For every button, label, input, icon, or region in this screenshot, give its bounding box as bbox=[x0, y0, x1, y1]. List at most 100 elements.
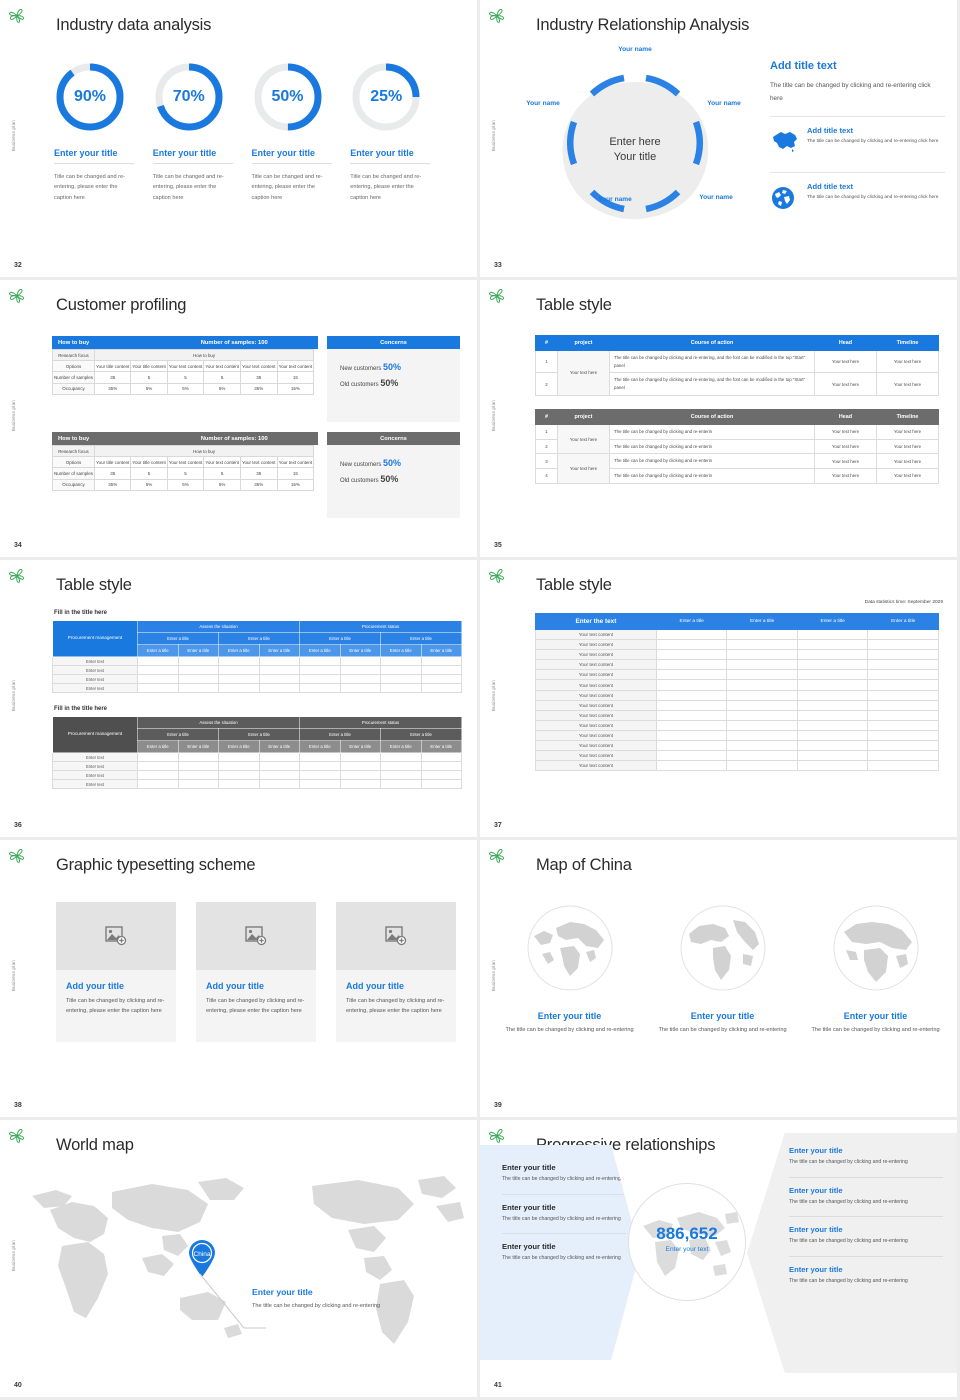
donut-card[interactable]: 90% Enter your title Title can be change… bbox=[50, 60, 149, 203]
donut-card[interactable]: 70% Enter your title Title can be change… bbox=[149, 60, 248, 203]
progressive-block[interactable]: Enter your title The title can be change… bbox=[789, 1265, 943, 1287]
cell[interactable] bbox=[867, 628, 939, 641]
cell[interactable] bbox=[339, 752, 381, 762]
slide-36[interactable]: Business plan Table style Fill in the ti… bbox=[0, 560, 477, 837]
cell[interactable] bbox=[655, 679, 728, 691]
image-card[interactable]: Add your title Title can be changed by c… bbox=[56, 902, 176, 1042]
cell[interactable] bbox=[420, 683, 462, 693]
cell[interactable] bbox=[177, 770, 219, 780]
cell[interactable] bbox=[726, 669, 798, 681]
cell[interactable] bbox=[177, 665, 219, 675]
cell[interactable] bbox=[420, 779, 462, 789]
image-card[interactable]: Add your title Title can be changed by c… bbox=[336, 902, 456, 1042]
cell[interactable] bbox=[299, 656, 341, 666]
progressive-block[interactable]: Enter your title The title can be change… bbox=[789, 1186, 943, 1208]
cell[interactable] bbox=[420, 656, 462, 666]
cell[interactable] bbox=[380, 770, 422, 780]
cell[interactable] bbox=[796, 709, 869, 721]
cell[interactable] bbox=[726, 699, 798, 711]
cell[interactable] bbox=[218, 779, 260, 789]
cell[interactable] bbox=[796, 669, 869, 681]
globe-card[interactable]: Enter your title The title can be change… bbox=[655, 898, 790, 1036]
cell[interactable] bbox=[177, 683, 219, 693]
cell[interactable] bbox=[177, 752, 219, 762]
cell[interactable] bbox=[867, 669, 939, 681]
cell[interactable] bbox=[867, 699, 939, 711]
cell[interactable] bbox=[339, 770, 381, 780]
cell[interactable] bbox=[177, 674, 219, 684]
cell[interactable] bbox=[177, 779, 219, 789]
cell[interactable] bbox=[218, 674, 260, 684]
progressive-block[interactable]: Enter your title The title can be change… bbox=[502, 1203, 626, 1225]
cell[interactable] bbox=[726, 740, 798, 752]
cell[interactable] bbox=[796, 659, 869, 671]
cell[interactable] bbox=[137, 674, 179, 684]
image-card[interactable]: Add your title Title can be changed by c… bbox=[196, 902, 316, 1042]
cell[interactable] bbox=[655, 628, 728, 641]
cell[interactable] bbox=[258, 761, 300, 771]
cell[interactable] bbox=[796, 689, 869, 701]
cell[interactable] bbox=[380, 665, 422, 675]
cell[interactable] bbox=[796, 719, 869, 731]
cell[interactable] bbox=[867, 729, 939, 742]
cell[interactable] bbox=[137, 770, 179, 780]
cell[interactable] bbox=[218, 761, 260, 771]
cell[interactable] bbox=[655, 760, 728, 772]
cell[interactable] bbox=[339, 674, 381, 684]
cell[interactable] bbox=[339, 656, 381, 666]
progressive-block[interactable]: Enter your title The title can be change… bbox=[502, 1163, 626, 1185]
cell[interactable] bbox=[299, 779, 341, 789]
slide-37[interactable]: Business plan Table style Data statistic… bbox=[480, 560, 957, 837]
cell[interactable] bbox=[218, 683, 260, 693]
cell[interactable] bbox=[299, 761, 341, 771]
cell[interactable] bbox=[380, 656, 422, 666]
world-map[interactable]: China Enter your title The title can be … bbox=[12, 1162, 467, 1362]
image-placeholder[interactable] bbox=[56, 902, 176, 970]
cell[interactable] bbox=[726, 689, 798, 701]
cell[interactable] bbox=[420, 665, 462, 675]
cell[interactable] bbox=[218, 665, 260, 675]
slide-39[interactable]: Business plan Map of China Enter your ti… bbox=[480, 840, 957, 1117]
cell[interactable] bbox=[655, 719, 728, 731]
cell[interactable] bbox=[796, 729, 869, 742]
cell[interactable] bbox=[137, 665, 179, 675]
cell[interactable] bbox=[177, 656, 219, 666]
cell[interactable] bbox=[258, 770, 300, 780]
image-placeholder[interactable] bbox=[336, 902, 456, 970]
cell[interactable] bbox=[867, 649, 939, 661]
slide-38[interactable]: Business plan Graphic typesetting scheme… bbox=[0, 840, 477, 1117]
cell[interactable] bbox=[655, 709, 728, 721]
cell[interactable] bbox=[655, 740, 728, 752]
cell[interactable] bbox=[867, 689, 939, 701]
cell[interactable] bbox=[258, 752, 300, 762]
cell[interactable] bbox=[218, 656, 260, 666]
cell[interactable] bbox=[796, 760, 869, 772]
cell[interactable] bbox=[726, 750, 798, 762]
cell[interactable] bbox=[380, 752, 422, 762]
cell[interactable] bbox=[420, 761, 462, 771]
slide-34[interactable]: Business plan Customer profiling How to … bbox=[0, 280, 477, 557]
donut-card[interactable]: 50% Enter your title Title can be change… bbox=[248, 60, 347, 203]
cell[interactable] bbox=[218, 752, 260, 762]
progressive-block[interactable]: Enter your title The title can be change… bbox=[789, 1146, 943, 1168]
cell[interactable] bbox=[380, 761, 422, 771]
cell[interactable] bbox=[867, 719, 939, 731]
cell[interactable] bbox=[258, 674, 300, 684]
progressive-block[interactable]: Enter your title The title can be change… bbox=[789, 1225, 943, 1247]
cell[interactable] bbox=[655, 689, 728, 701]
cell[interactable] bbox=[867, 659, 939, 671]
cell[interactable] bbox=[796, 649, 869, 661]
cell[interactable] bbox=[177, 761, 219, 771]
cell[interactable] bbox=[726, 659, 798, 671]
cell[interactable] bbox=[299, 752, 341, 762]
cell[interactable] bbox=[867, 639, 939, 651]
slide-40[interactable]: Business plan World map China Enter your… bbox=[0, 1120, 477, 1397]
cell[interactable] bbox=[655, 729, 728, 742]
cell[interactable] bbox=[655, 669, 728, 681]
cell[interactable] bbox=[339, 779, 381, 789]
cell[interactable] bbox=[258, 665, 300, 675]
image-placeholder[interactable] bbox=[196, 902, 316, 970]
globe-card[interactable]: Enter your title The title can be change… bbox=[502, 898, 637, 1036]
cell[interactable] bbox=[137, 761, 179, 771]
cell[interactable] bbox=[137, 683, 179, 693]
